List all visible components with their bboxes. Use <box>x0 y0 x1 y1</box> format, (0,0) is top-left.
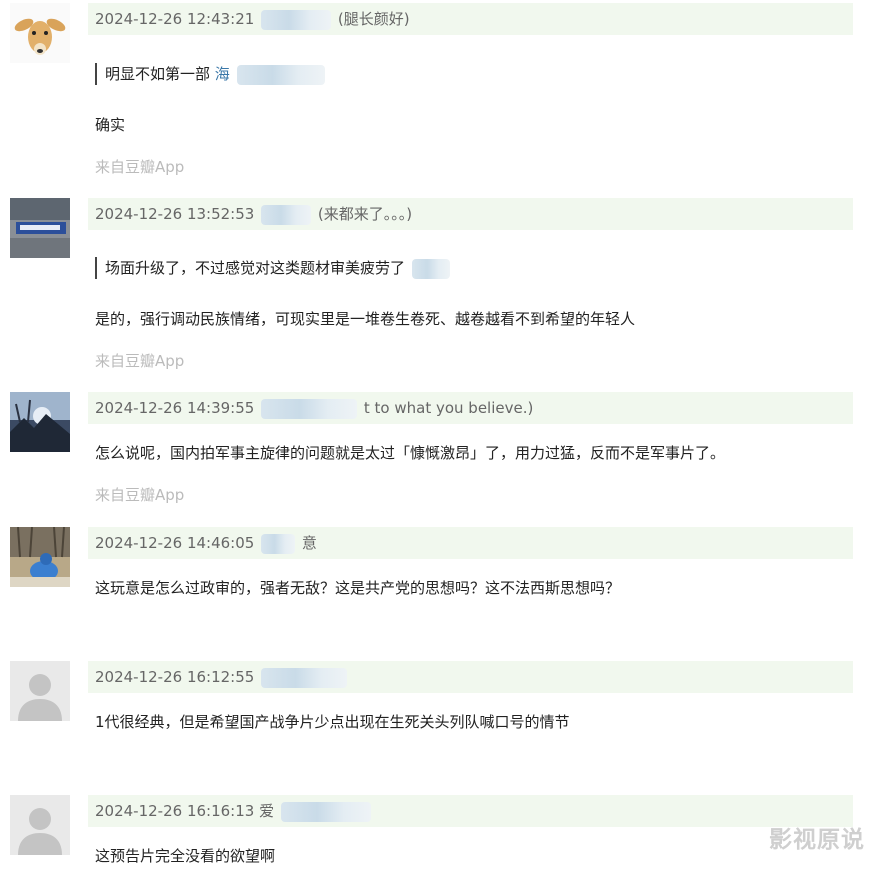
quote-author-link[interactable]: 海 <box>215 65 230 83</box>
photo-avatar-icon[interactable] <box>10 198 70 258</box>
comment-username[interactable]: 意 <box>302 534 317 552</box>
blurred-username <box>261 398 358 419</box>
blurred-username <box>261 667 348 688</box>
comment-text: 这玩意是怎么过政审的，强者无敌？这是共产党的思想吗？这不法西斯思想吗？ <box>95 579 621 597</box>
quote-text: 场面升级了，不过感觉对这类题材审美疲劳了 <box>105 259 406 277</box>
comment-timestamp: 2024-12-26 13:52:53 <box>95 205 255 223</box>
comment-meta: 2024-12-26 13:52:53 (来都来了。。。) <box>88 198 853 230</box>
comment-text: 是的，强行调动民族情绪，可现实里是一堆卷生卷死、越卷越看不到希望的年轻人 <box>95 310 636 328</box>
comment-source: 来自豆瓣App <box>95 352 185 370</box>
comment-source: 来自豆瓣App <box>95 486 185 504</box>
comment-text: 怎么说呢，国内拍军事主旋律的问题就是太过「慷慨激昂」了，用力过猛，反而不是军事片… <box>95 444 726 462</box>
comment-meta: 2024-12-26 12:43:21 (腿长颜好) <box>88 3 853 35</box>
landscape-avatar-icon[interactable] <box>10 392 70 452</box>
quoted-comment: 场面升级了，不过感觉对这类题材审美疲劳了 <box>95 257 452 279</box>
comment-username[interactable]: 爱 <box>259 802 274 820</box>
blurred-username <box>261 204 312 225</box>
comment-timestamp: 2024-12-26 12:43:21 <box>95 10 255 28</box>
comment-meta: 2024-12-26 16:16:13 爱 <box>88 795 853 827</box>
comment-text: 这预告片完全没看的欲望啊 <box>95 847 276 865</box>
blurred-username <box>280 801 371 822</box>
comment-timestamp: 2024-12-26 14:39:55 <box>95 399 255 417</box>
snow-avatar-icon[interactable] <box>10 527 70 587</box>
blurred-quote-author <box>411 258 450 279</box>
comment-username[interactable]: (腿长颜好) <box>338 10 410 28</box>
comment-meta: 2024-12-26 14:39:55 t to what you believ… <box>88 392 853 424</box>
comment-username[interactable]: (来都来了。。。) <box>318 205 412 223</box>
comment-meta: 2024-12-26 14:46:05 意 <box>88 527 853 559</box>
comment-timestamp: 2024-12-26 16:16:13 <box>95 802 255 820</box>
default-avatar-icon[interactable] <box>10 661 70 721</box>
comment-username[interactable]: t to what you believe.) <box>364 399 533 417</box>
watermark: 影视原说 <box>769 827 865 853</box>
quote-text: 明显不如第一部 <box>105 65 211 83</box>
comment-source: 来自豆瓣App <box>95 158 185 176</box>
quoted-comment: 明显不如第一部 海 <box>95 63 327 85</box>
blurred-username <box>261 533 296 554</box>
blurred-quote-author <box>236 64 325 85</box>
blurred-username <box>261 9 332 30</box>
comment-timestamp: 2024-12-26 16:12:55 <box>95 668 255 686</box>
deer-avatar-icon[interactable] <box>10 3 70 63</box>
comment-text: 1代很经典，但是希望国产战争片少点出现在生死关头列队喊口号的情节 <box>95 713 570 731</box>
comment-timestamp: 2024-12-26 14:46:05 <box>95 534 255 552</box>
comment-meta: 2024-12-26 16:12:55 <box>88 661 853 693</box>
default-avatar-icon[interactable] <box>10 795 70 855</box>
comment-text: 确实 <box>95 116 126 134</box>
